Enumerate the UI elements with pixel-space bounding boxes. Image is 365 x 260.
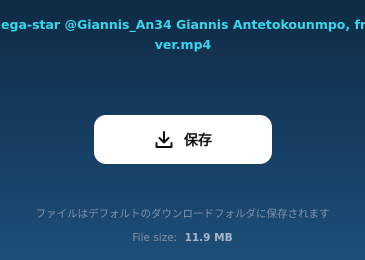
file-size-label: File size: [132, 232, 178, 244]
download-page: mega-star @Giannis_An34 Giannis Antetoko… [0, 0, 365, 260]
file-name: mega-star @Giannis_An34 Giannis Antetoko… [0, 15, 365, 55]
file-name-line-1: mega-star @Giannis_An34 Giannis Antetoko… [0, 17, 365, 32]
save-button-label: 保存 [184, 132, 212, 149]
file-size-value: 11.9 MB [184, 232, 233, 244]
save-button[interactable]: 保存 [94, 115, 272, 164]
save-location-note: ファイルはデフォルトのダウンロードフォルダに保存されます [35, 208, 330, 220]
file-size: File size: 11.9 MB [0, 230, 365, 246]
file-name-line-2: ver.mp4 [154, 37, 212, 52]
download-icon [154, 130, 174, 150]
